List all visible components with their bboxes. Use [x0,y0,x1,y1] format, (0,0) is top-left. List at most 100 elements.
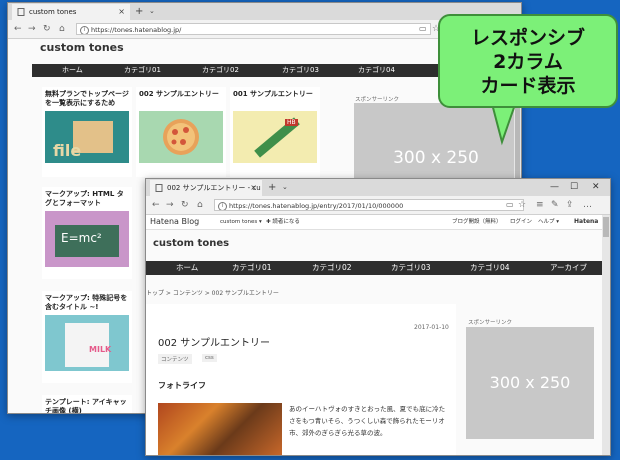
page-content: custom tones ホーム カテゴリ01 カテゴリ02 カテゴリ03 カテ… [146,230,602,455]
tab-title: custom tones [29,8,77,16]
entry-card[interactable]: マークアップ: 特殊記号を含むタイトル ~! MILK [42,291,132,383]
forward-icon[interactable]: → [166,196,174,214]
favorite-star-icon[interactable]: ☆ [518,196,526,214]
forward-icon[interactable]: → [28,20,36,38]
card-thumbnail: MILK [45,315,129,371]
back-icon[interactable]: ← [14,20,22,38]
card-title[interactable]: 001 サンプルエントリー [233,90,317,99]
entry-body-text: あのイーハトヴォのすきとおった風、夏でも底に冷たさをもつ青いそら、うつくしい森で… [289,405,446,437]
hatena-blog-logo[interactable]: Hatena Blog [150,215,199,229]
ad-placeholder[interactable]: 300 x 250 [466,327,594,439]
tab-title: 002 サンプルエントリー - cu [167,184,261,192]
tab-list-icon[interactable]: ⌄ [149,3,155,20]
tag-css[interactable]: css [202,354,217,362]
address-bar[interactable]: i https://tones.hatenablog.jp/entry/2017… [214,199,524,211]
hub-icon[interactable]: ≡ [536,196,544,214]
menu-item-home[interactable]: ホーム [176,261,198,275]
blog-title[interactable]: custom tones [40,41,124,54]
refresh-icon[interactable]: ↻ [43,20,51,38]
global-menu: ホーム カテゴリ01 カテゴリ02 カテゴリ03 カテゴリ04 アーカイブ [146,261,602,275]
back-icon[interactable]: ← [152,196,160,214]
refresh-icon[interactable]: ↻ [181,196,189,214]
sponsor-label: スポンサーリンク [355,97,400,103]
browser-window-front: 002 サンプルエントリー - cu × + ⌄ — ☐ ✕ ← → ↻ ⌂ i… [145,178,611,456]
breadcrumb[interactable]: トップ > コンテンツ > 002 サンプルエントリー [146,288,279,297]
card-title[interactable]: マークアップ: HTML タグとフォーマット [45,190,129,208]
menu-item-category02[interactable]: カテゴリ02 [202,64,239,77]
navigation-bar: ← → ↻ ⌂ i https://tones.hatenablog.jp/en… [146,196,610,215]
card-thumbnail [139,111,223,163]
menu-item-archive[interactable]: アーカイブ [550,261,587,275]
address-bar[interactable]: i https://tones.hatenablog.jp/ [76,23,431,35]
more-icon[interactable]: … [583,196,592,214]
menu-item-category01[interactable]: カテゴリ01 [232,261,272,275]
blog-title[interactable]: custom tones [153,238,229,249]
entry-card[interactable]: 001 サンプルエントリー HB [230,87,320,177]
menu-item-category04[interactable]: カテゴリ04 [358,64,395,77]
close-tab-icon[interactable]: × [250,180,257,196]
entry-card[interactable]: テンプレート: アイキャッチ画像 (横) [42,395,132,413]
card-thumbnail: E=mc² [45,211,129,267]
thumbnail-text: E=mc² [61,231,102,245]
thumbnail-text: HB [285,119,298,126]
callout-line-1: レスポンシブ [470,27,585,49]
entry-card[interactable]: マークアップ: HTML タグとフォーマット E=mc² [42,187,132,279]
menu-item-home[interactable]: ホーム [62,64,83,77]
reading-view-icon[interactable]: ▭ [419,20,427,38]
thumbnail-text: MILK [89,345,112,354]
login-link[interactable]: ログイン [510,215,532,229]
home-icon[interactable]: ⌂ [197,196,203,214]
maximize-icon[interactable]: ☐ [570,179,578,196]
minimize-icon[interactable]: — [550,179,559,196]
callout-box: レスポンシブ 2カラム カード表示 [438,14,618,108]
card-title[interactable]: 002 サンプルエントリー [139,90,223,99]
scrollbar-thumb[interactable] [603,217,609,237]
pizza-illustration [163,119,199,155]
tab-entry[interactable]: 002 サンプルエントリー - cu × [150,180,262,196]
menu-item-category01[interactable]: カテゴリ01 [124,64,161,77]
article: 2017-01-10 002 サンプルエントリー コンテンツ css フォトライ… [146,304,456,455]
close-window-icon[interactable]: ✕ [592,179,600,196]
new-tab-icon[interactable]: + [135,3,143,20]
scrollbar[interactable] [602,215,610,455]
address-url: https://tones.hatenablog.jp/ [91,26,182,34]
menu-item-category04[interactable]: カテゴリ04 [470,261,510,275]
start-blog-link[interactable]: ブログ開設（無料） [452,215,502,229]
reading-view-icon[interactable]: ▭ [506,196,514,214]
thumbnail-text: file [53,141,82,160]
ad-size-text: 300 x 250 [489,373,571,392]
help-dropdown[interactable]: ヘルプ ▾ [538,215,559,229]
info-icon[interactable]: i [80,26,89,34]
home-icon[interactable]: ⌂ [59,20,65,38]
menu-item-category03[interactable]: カテゴリ03 [282,64,319,77]
subscribe-link[interactable]: ✚ 読者になる [266,215,300,229]
card-thumbnail: file [45,111,129,163]
share-icon[interactable]: ⇪ [566,196,574,214]
close-tab-icon[interactable]: × [118,4,125,20]
new-tab-icon[interactable]: + [268,179,276,196]
menu-item-category03[interactable]: カテゴリ03 [391,261,431,275]
entry-card[interactable]: 002 サンプルエントリー [136,87,226,177]
hatena-bar: Hatena Blog custom tones ▾ ✚ 読者になる ブログ開設… [146,215,602,230]
autumn-photo[interactable] [158,403,282,455]
card-title[interactable]: マークアップ: 特殊記号を含むタイトル ~! [45,294,129,312]
entry-card[interactable]: 無料プランでトップページを一覧表示にするため file [42,87,132,177]
global-menu: ホーム カテゴリ01 カテゴリ02 カテゴリ03 カテゴリ04 [32,64,442,77]
callout-line-2: 2カラム [493,51,563,73]
entry-title[interactable]: 002 サンプルエントリー [158,334,270,349]
notes-icon[interactable]: ✎ [551,196,559,214]
hatena-link[interactable]: Hatena [574,215,598,229]
card-title[interactable]: テンプレート: アイキャッチ画像 (横) [45,398,129,413]
card-title[interactable]: 無料プランでトップページを一覧表示にするため [45,90,129,108]
info-icon[interactable]: i [218,202,227,210]
card-thumbnail: HB [233,111,317,163]
blog-name-dropdown[interactable]: custom tones ▾ [220,215,262,229]
tab-list-icon[interactable]: ⌄ [282,179,288,196]
page-icon [155,184,163,192]
section-heading: フォトライフ [158,381,206,390]
page-icon [17,8,25,16]
tag-contents[interactable]: コンテンツ [158,354,192,364]
tab-custom-tones[interactable]: custom tones × [12,4,130,20]
menu-item-category02[interactable]: カテゴリ02 [312,261,352,275]
sponsor-label: スポンサーリンク [468,320,513,326]
